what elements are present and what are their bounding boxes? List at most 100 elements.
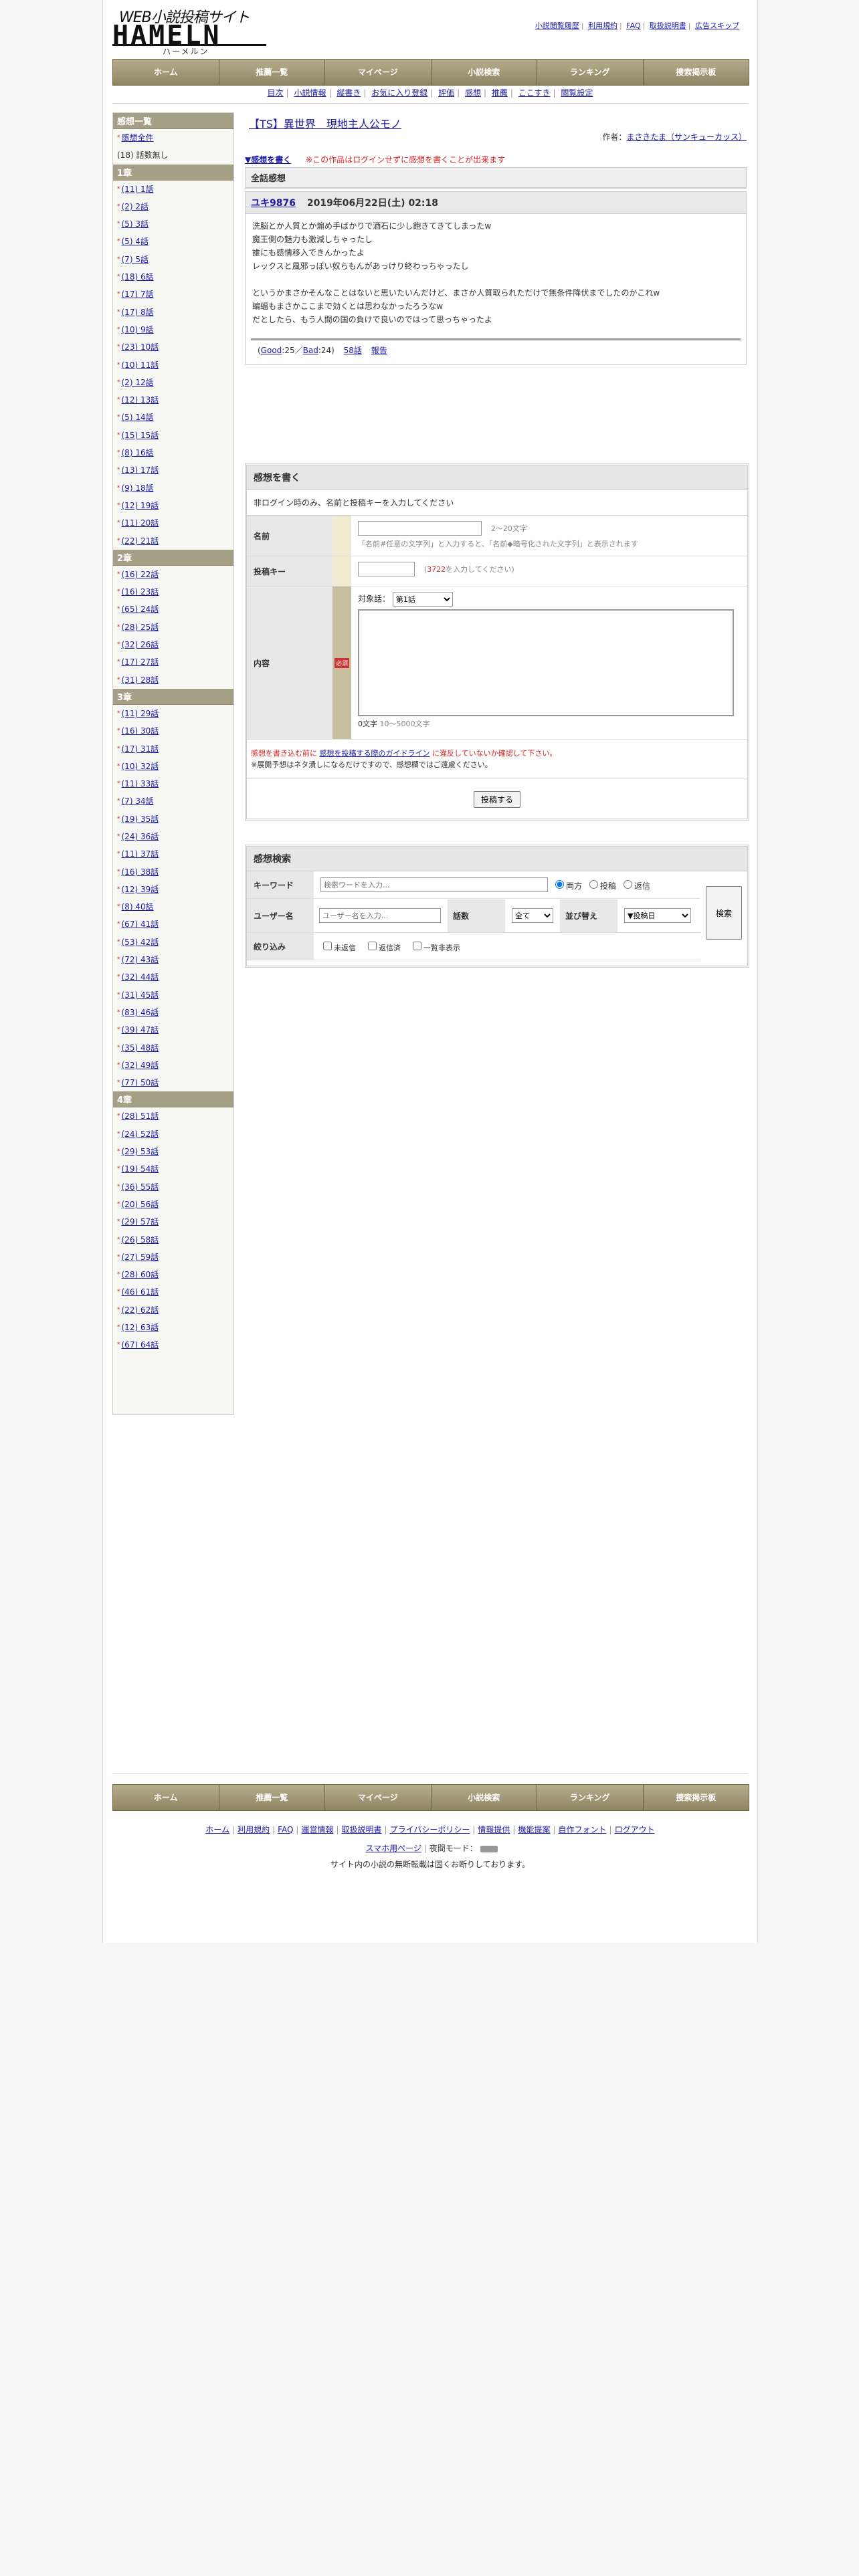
nav-recommend[interactable]: 推薦一覧	[219, 60, 325, 85]
subnav-vertical[interactable]: 縦書き	[337, 88, 361, 98]
sidebar-item-all[interactable]: * 感想全件	[113, 129, 233, 146]
sidebar-item-story[interactable]: * (8) 16話	[113, 444, 233, 461]
sidebar-item-story[interactable]: * (46) 61話	[113, 1283, 233, 1301]
radio-reply[interactable]	[624, 880, 633, 889]
sidebar-item-story[interactable]: * (9) 18話	[113, 479, 233, 497]
sidebar-item-story[interactable]: * (19) 54話	[113, 1160, 233, 1178]
sidebar-item-story[interactable]: * (2) 12話	[113, 374, 233, 391]
nav-home[interactable]: ホーム	[113, 60, 219, 85]
subnav-toc[interactable]: 目次	[268, 88, 284, 98]
sidebar-item-story[interactable]: * (24) 36話	[113, 828, 233, 845]
footer-link[interactable]: 取扱説明書	[342, 1825, 382, 1834]
subnav-favorite[interactable]: お気に入り登録	[371, 88, 427, 98]
history-link[interactable]: 小説閲覧履歴	[535, 21, 579, 30]
footer-link[interactable]: FAQ	[278, 1825, 293, 1834]
key-input[interactable]	[358, 562, 415, 576]
sidebar-item-story[interactable]: * (31) 45話	[113, 986, 233, 1004]
sidebar-item-story[interactable]: * (7) 5話	[113, 251, 233, 268]
comment-user[interactable]: ユキ9876	[251, 198, 296, 209]
footer-link[interactable]: 運営情報	[301, 1825, 333, 1834]
footer-link[interactable]: 利用規約	[237, 1825, 270, 1834]
sidebar-item-story[interactable]: * (11) 1話	[113, 181, 233, 198]
sidebar-item-story[interactable]: * (22) 62話	[113, 1301, 233, 1319]
target-story-select[interactable]: 第1話	[392, 592, 453, 607]
sidebar-item-story[interactable]: * (67) 41話	[113, 916, 233, 933]
bottom-nav-search[interactable]: 小説検索	[431, 1785, 537, 1810]
footer-link[interactable]: ログアウト	[615, 1825, 655, 1834]
sidebar-item-story[interactable]: * (11) 20話	[113, 514, 233, 532]
sidebar-item-story[interactable]: * (12) 63話	[113, 1319, 233, 1336]
sidebar-item-story[interactable]: * (29) 53話	[113, 1143, 233, 1160]
footer-link[interactable]: 自作フォント	[559, 1825, 607, 1834]
bottom-nav-board[interactable]: 捜索掲示板	[643, 1785, 749, 1810]
name-input[interactable]	[358, 521, 482, 536]
site-logo[interactable]: WEB小説投稿サイト HAMELN ハーメルン	[112, 5, 266, 56]
sidebar-item-story[interactable]: * (31) 28話	[113, 671, 233, 689]
sidebar-item-story[interactable]: * (29) 57話	[113, 1213, 233, 1230]
subnav-rate[interactable]: 評価	[438, 88, 454, 98]
sidebar-item-story[interactable]: * (28) 51話	[113, 1107, 233, 1125]
sidebar-item-story[interactable]: * (24) 52話	[113, 1125, 233, 1143]
sidebar-item-story[interactable]: * (7) 34話	[113, 792, 233, 810]
night-mode-toggle[interactable]	[480, 1845, 498, 1852]
username-input[interactable]	[319, 908, 441, 923]
sidebar-item-story[interactable]: * (10) 32話	[113, 758, 233, 775]
sidebar-item-story[interactable]: * (5) 4話	[113, 233, 233, 250]
author-link[interactable]: まさきたま（サンキューカッス）	[626, 132, 747, 142]
search-button[interactable]: 検索	[706, 886, 742, 940]
sidebar-item-story[interactable]: * (11) 37話	[113, 845, 233, 863]
radio-post[interactable]	[589, 880, 599, 889]
sidebar-item-story[interactable]: * (32) 49話	[113, 1057, 233, 1074]
story-filter-select[interactable]: 全て	[512, 908, 553, 923]
sidebar-item-story[interactable]: * (26) 58話	[113, 1231, 233, 1249]
subnav-settings[interactable]: 閲覧設定	[561, 88, 593, 98]
sidebar-item-story[interactable]: * (23) 10話	[113, 338, 233, 356]
footer-link[interactable]: プライバシーポリシー	[390, 1825, 470, 1834]
bottom-nav-ranking[interactable]: ランキング	[537, 1785, 644, 1810]
subnav-kokosuki[interactable]: ここすき	[518, 88, 551, 98]
sidebar-item-story[interactable]: * (17) 27話	[113, 653, 233, 671]
sidebar-item-story[interactable]: * (27) 59話	[113, 1249, 233, 1266]
write-comment-link[interactable]: ▼感想を書く	[245, 155, 291, 165]
terms-link[interactable]: 利用規約	[588, 21, 617, 30]
sidebar-item-story[interactable]: * (12) 13話	[113, 391, 233, 409]
sidebar-item-story[interactable]: * (2) 2話	[113, 198, 233, 215]
sidebar-item-story[interactable]: * (32) 26話	[113, 636, 233, 653]
sidebar-item-story[interactable]: * (5) 14話	[113, 409, 233, 426]
sidebar-item-story[interactable]: * (22) 21話	[113, 532, 233, 550]
sidebar-item-story[interactable]: * (32) 44話	[113, 968, 233, 986]
filter-hidden[interactable]	[413, 942, 421, 950]
sidebar-item-story[interactable]: * (16) 30話	[113, 722, 233, 740]
footer-link[interactable]: 機能提案	[518, 1825, 550, 1834]
sidebar-item-story[interactable]: * (17) 31話	[113, 740, 233, 758]
sidebar-item-story[interactable]: * (53) 42話	[113, 934, 233, 951]
manual-link[interactable]: 取扱説明書	[650, 21, 686, 30]
subnav-comments[interactable]: 感想	[465, 88, 481, 98]
radio-both[interactable]	[555, 880, 564, 889]
story-link[interactable]: 58話	[344, 346, 362, 355]
sidebar-item-story[interactable]: * (18) 6話	[113, 268, 233, 286]
sidebar-item-story[interactable]: * (15) 15話	[113, 427, 233, 444]
comment-textarea[interactable]	[358, 609, 734, 716]
nav-mypage[interactable]: マイページ	[325, 60, 432, 85]
filter-replied[interactable]	[368, 942, 377, 950]
sidebar-item-story[interactable]: * (12) 39話	[113, 881, 233, 898]
nav-ranking[interactable]: ランキング	[537, 60, 644, 85]
sidebar-item-story[interactable]: * (10) 9話	[113, 321, 233, 338]
keyword-input[interactable]	[320, 877, 548, 892]
sort-select[interactable]: ▼投稿日	[624, 908, 691, 923]
filter-unreplied[interactable]	[323, 942, 332, 950]
ad-skip-link[interactable]: 広告スキップ	[695, 21, 739, 30]
submit-button[interactable]: 投稿する	[473, 791, 520, 808]
bad-link[interactable]: Bad	[303, 346, 318, 355]
sidebar-item-story[interactable]: * (17) 7話	[113, 286, 233, 303]
sidebar-item-story[interactable]: * (35) 48話	[113, 1039, 233, 1057]
sidebar-item-story[interactable]: * (16) 23話	[113, 583, 233, 601]
subnav-info[interactable]: 小説情報	[294, 88, 326, 98]
sidebar-item-story[interactable]: * (83) 46話	[113, 1004, 233, 1021]
sidebar-item-story[interactable]: * (65) 24話	[113, 601, 233, 618]
sidebar-item-story[interactable]: * (16) 38話	[113, 863, 233, 881]
sidebar-item-story[interactable]: * (72) 43話	[113, 951, 233, 968]
sidebar-item-story[interactable]: * (17) 8話	[113, 304, 233, 321]
footer-link[interactable]: ホーム	[205, 1825, 229, 1834]
